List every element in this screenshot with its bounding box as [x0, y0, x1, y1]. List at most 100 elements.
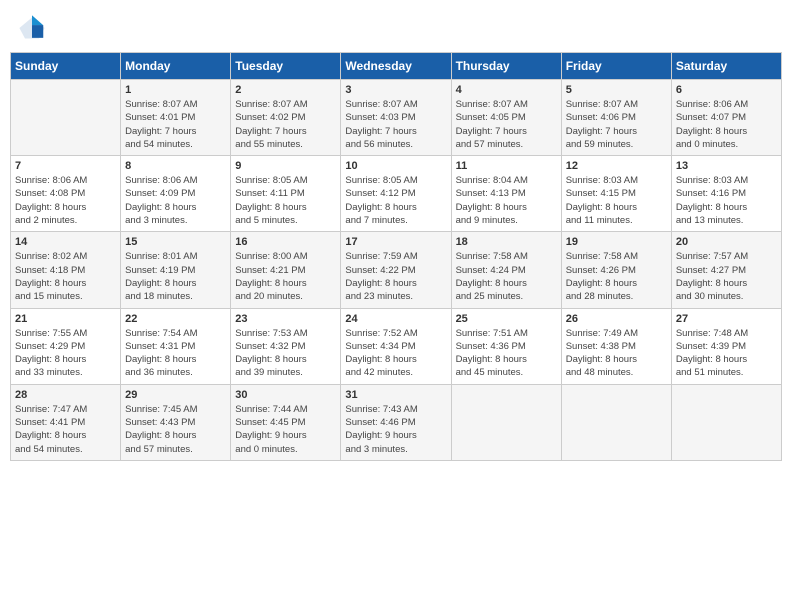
- calendar-cell: 14 Sunrise: 8:02 AM Sunset: 4:18 PM Dayli…: [11, 232, 121, 308]
- day-info: Sunrise: 8:07 AM Sunset: 4:02 PM Dayligh…: [235, 98, 336, 151]
- day-number: 19: [566, 236, 667, 248]
- day-info: Sunrise: 8:07 AM Sunset: 4:01 PM Dayligh…: [125, 98, 226, 151]
- header-day-wednesday: Wednesday: [341, 53, 451, 80]
- calendar-cell: 3 Sunrise: 8:07 AM Sunset: 4:03 PM Daylig…: [341, 80, 451, 156]
- calendar-cell: 26Sunrise: 7:49 AM Sunset: 4:38 PM Dayli…: [561, 308, 671, 384]
- day-number: 3: [345, 84, 446, 96]
- header-day-monday: Monday: [121, 53, 231, 80]
- calendar-cell: 4 Sunrise: 8:07 AM Sunset: 4:05 PM Daylig…: [451, 80, 561, 156]
- day-number: 17: [345, 236, 446, 248]
- day-info: Sunrise: 8:03 AM Sunset: 4:16 PM Dayligh…: [676, 174, 777, 227]
- day-number: 20: [676, 236, 777, 248]
- day-number: 30: [235, 389, 336, 401]
- logo-icon: [18, 14, 46, 42]
- calendar-cell: 15 Sunrise: 8:01 AM Sunset: 4:19 PM Dayli…: [121, 232, 231, 308]
- day-number: 10: [345, 160, 446, 172]
- calendar-cell: 23 Sunrise: 7:53 AM Sunset: 4:32 PM Dayli…: [231, 308, 341, 384]
- day-number: 6: [676, 84, 777, 96]
- week-row-3: 14 Sunrise: 8:02 AM Sunset: 4:18 PM Dayli…: [11, 232, 782, 308]
- calendar-cell: 27 Sunrise: 7:48 AM Sunset: 4:39 PM Dayli…: [671, 308, 781, 384]
- day-number: 16: [235, 236, 336, 248]
- calendar-cell: 28 Sunrise: 7:47 AM Sunset: 4:41 PM Dayli…: [11, 384, 121, 460]
- day-number: 21: [15, 313, 116, 325]
- week-row-1: 1 Sunrise: 8:07 AM Sunset: 4:01 PM Daylig…: [11, 80, 782, 156]
- day-number: 8: [125, 160, 226, 172]
- day-number: 25: [456, 313, 557, 325]
- calendar-cell: 25Sunrise: 7:51 AM Sunset: 4:36 PM Dayli…: [451, 308, 561, 384]
- calendar-cell: 11Sunrise: 8:04 AM Sunset: 4:13 PM Dayli…: [451, 156, 561, 232]
- logo: [18, 14, 50, 42]
- week-row-5: 28 Sunrise: 7:47 AM Sunset: 4:41 PM Dayli…: [11, 384, 782, 460]
- header-day-sunday: Sunday: [11, 53, 121, 80]
- day-number: 7: [15, 160, 116, 172]
- day-info: Sunrise: 7:52 AM Sunset: 4:34 PM Dayligh…: [345, 327, 446, 380]
- header-day-saturday: Saturday: [671, 53, 781, 80]
- day-info: Sunrise: 7:58 AM Sunset: 4:26 PM Dayligh…: [566, 250, 667, 303]
- calendar-cell: 31 Sunrise: 7:43 AM Sunset: 4:46 PM Dayli…: [341, 384, 451, 460]
- day-info: Sunrise: 7:48 AM Sunset: 4:39 PM Dayligh…: [676, 327, 777, 380]
- calendar-cell: 13 Sunrise: 8:03 AM Sunset: 4:16 PM Dayli…: [671, 156, 781, 232]
- week-row-4: 21Sunrise: 7:55 AM Sunset: 4:29 PM Dayli…: [11, 308, 782, 384]
- calendar-cell: 8 Sunrise: 8:06 AM Sunset: 4:09 PM Daylig…: [121, 156, 231, 232]
- calendar-table: SundayMondayTuesdayWednesdayThursdayFrid…: [10, 52, 782, 461]
- day-number: 5: [566, 84, 667, 96]
- day-number: 28: [15, 389, 116, 401]
- calendar-cell: 10 Sunrise: 8:05 AM Sunset: 4:12 PM Dayli…: [341, 156, 451, 232]
- day-number: 22: [125, 313, 226, 325]
- day-number: 31: [345, 389, 446, 401]
- day-number: 15: [125, 236, 226, 248]
- day-info: Sunrise: 7:43 AM Sunset: 4:46 PM Dayligh…: [345, 403, 446, 456]
- calendar-cell: 24Sunrise: 7:52 AM Sunset: 4:34 PM Dayli…: [341, 308, 451, 384]
- day-number: 14: [15, 236, 116, 248]
- day-number: 13: [676, 160, 777, 172]
- day-info: Sunrise: 7:58 AM Sunset: 4:24 PM Dayligh…: [456, 250, 557, 303]
- calendar-body: 1 Sunrise: 8:07 AM Sunset: 4:01 PM Daylig…: [11, 80, 782, 461]
- day-info: Sunrise: 8:05 AM Sunset: 4:12 PM Dayligh…: [345, 174, 446, 227]
- calendar-cell: 2 Sunrise: 8:07 AM Sunset: 4:02 PM Daylig…: [231, 80, 341, 156]
- day-info: Sunrise: 7:44 AM Sunset: 4:45 PM Dayligh…: [235, 403, 336, 456]
- calendar-cell: 7Sunrise: 8:06 AM Sunset: 4:08 PM Daylig…: [11, 156, 121, 232]
- page-header: [10, 10, 782, 46]
- day-info: Sunrise: 8:07 AM Sunset: 4:05 PM Dayligh…: [456, 98, 557, 151]
- calendar-cell: 22 Sunrise: 7:54 AM Sunset: 4:31 PM Dayli…: [121, 308, 231, 384]
- calendar-cell: 16 Sunrise: 8:00 AM Sunset: 4:21 PM Dayli…: [231, 232, 341, 308]
- day-number: 4: [456, 84, 557, 96]
- day-info: Sunrise: 8:07 AM Sunset: 4:03 PM Dayligh…: [345, 98, 446, 151]
- day-info: Sunrise: 7:54 AM Sunset: 4:31 PM Dayligh…: [125, 327, 226, 380]
- day-number: 12: [566, 160, 667, 172]
- day-info: Sunrise: 8:01 AM Sunset: 4:19 PM Dayligh…: [125, 250, 226, 303]
- day-info: Sunrise: 8:03 AM Sunset: 4:15 PM Dayligh…: [566, 174, 667, 227]
- calendar-cell: 29 Sunrise: 7:45 AM Sunset: 4:43 PM Dayli…: [121, 384, 231, 460]
- header-row: SundayMondayTuesdayWednesdayThursdayFrid…: [11, 53, 782, 80]
- calendar-cell: 1 Sunrise: 8:07 AM Sunset: 4:01 PM Daylig…: [121, 80, 231, 156]
- calendar-header: SundayMondayTuesdayWednesdayThursdayFrid…: [11, 53, 782, 80]
- day-number: 2: [235, 84, 336, 96]
- day-info: Sunrise: 7:45 AM Sunset: 4:43 PM Dayligh…: [125, 403, 226, 456]
- day-info: Sunrise: 8:04 AM Sunset: 4:13 PM Dayligh…: [456, 174, 557, 227]
- day-number: 27: [676, 313, 777, 325]
- day-number: 18: [456, 236, 557, 248]
- header-day-tuesday: Tuesday: [231, 53, 341, 80]
- day-info: Sunrise: 8:00 AM Sunset: 4:21 PM Dayligh…: [235, 250, 336, 303]
- day-info: Sunrise: 7:57 AM Sunset: 4:27 PM Dayligh…: [676, 250, 777, 303]
- calendar-cell: 19 Sunrise: 7:58 AM Sunset: 4:26 PM Dayli…: [561, 232, 671, 308]
- header-day-thursday: Thursday: [451, 53, 561, 80]
- day-number: 9: [235, 160, 336, 172]
- day-number: 29: [125, 389, 226, 401]
- calendar-cell: 6 Sunrise: 8:06 AM Sunset: 4:07 PM Daylig…: [671, 80, 781, 156]
- day-info: Sunrise: 8:06 AM Sunset: 4:07 PM Dayligh…: [676, 98, 777, 151]
- day-info: Sunrise: 8:02 AM Sunset: 4:18 PM Dayligh…: [15, 250, 116, 303]
- calendar-cell: 18 Sunrise: 7:58 AM Sunset: 4:24 PM Dayli…: [451, 232, 561, 308]
- calendar-cell: [561, 384, 671, 460]
- day-info: Sunrise: 7:53 AM Sunset: 4:32 PM Dayligh…: [235, 327, 336, 380]
- day-number: 23: [235, 313, 336, 325]
- day-info: Sunrise: 7:59 AM Sunset: 4:22 PM Dayligh…: [345, 250, 446, 303]
- week-row-2: 7Sunrise: 8:06 AM Sunset: 4:08 PM Daylig…: [11, 156, 782, 232]
- day-info: Sunrise: 7:47 AM Sunset: 4:41 PM Dayligh…: [15, 403, 116, 456]
- calendar-cell: 21Sunrise: 7:55 AM Sunset: 4:29 PM Dayli…: [11, 308, 121, 384]
- calendar-cell: [451, 384, 561, 460]
- header-day-friday: Friday: [561, 53, 671, 80]
- calendar-cell: [671, 384, 781, 460]
- day-number: 1: [125, 84, 226, 96]
- day-info: Sunrise: 8:06 AM Sunset: 4:09 PM Dayligh…: [125, 174, 226, 227]
